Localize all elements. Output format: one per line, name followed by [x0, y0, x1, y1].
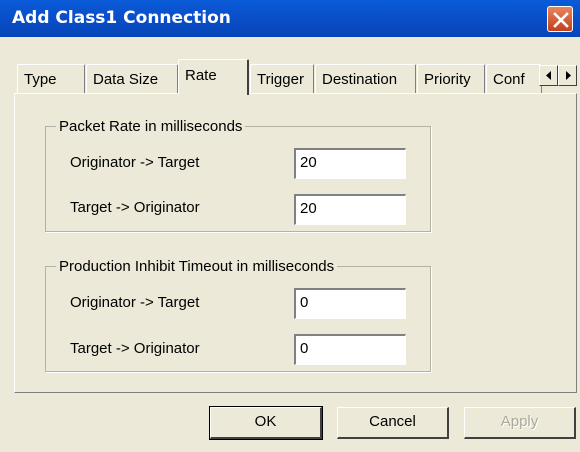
- tab-label: Priority: [424, 71, 471, 88]
- tab-trigger[interactable]: Trigger: [250, 64, 314, 93]
- tab-label: Trigger: [257, 71, 304, 88]
- window-title: Add Class1 Connection: [12, 8, 231, 28]
- tab-data-size[interactable]: Data Size: [86, 64, 178, 93]
- tab-rate[interactable]: Rate: [178, 59, 249, 95]
- tab-destination[interactable]: Destination: [315, 64, 416, 93]
- title-bar: Add Class1 Connection: [0, 0, 580, 37]
- ok-button[interactable]: OK: [209, 406, 323, 440]
- tab-type[interactable]: Type: [17, 64, 85, 93]
- tab-label: Type: [24, 71, 57, 88]
- tab-label: Data Size: [93, 71, 159, 88]
- tab-scroll-right-button[interactable]: [558, 65, 577, 86]
- close-icon: [553, 12, 569, 28]
- rate-tab-panel: [14, 93, 577, 393]
- close-button[interactable]: [547, 6, 573, 32]
- tab-label: Rate: [185, 67, 217, 84]
- arrow-right-icon: [566, 71, 571, 80]
- tab-scroll-left-button[interactable]: [539, 65, 558, 86]
- tab-label: Destination: [322, 71, 398, 88]
- tab-conf[interactable]: Conf: [486, 64, 542, 93]
- apply-button[interactable]: Apply: [464, 407, 576, 439]
- tab-priority[interactable]: Priority: [417, 64, 485, 93]
- tab-label: Conf: [493, 71, 525, 88]
- cancel-button[interactable]: Cancel: [337, 407, 449, 439]
- arrow-left-icon: [546, 71, 551, 80]
